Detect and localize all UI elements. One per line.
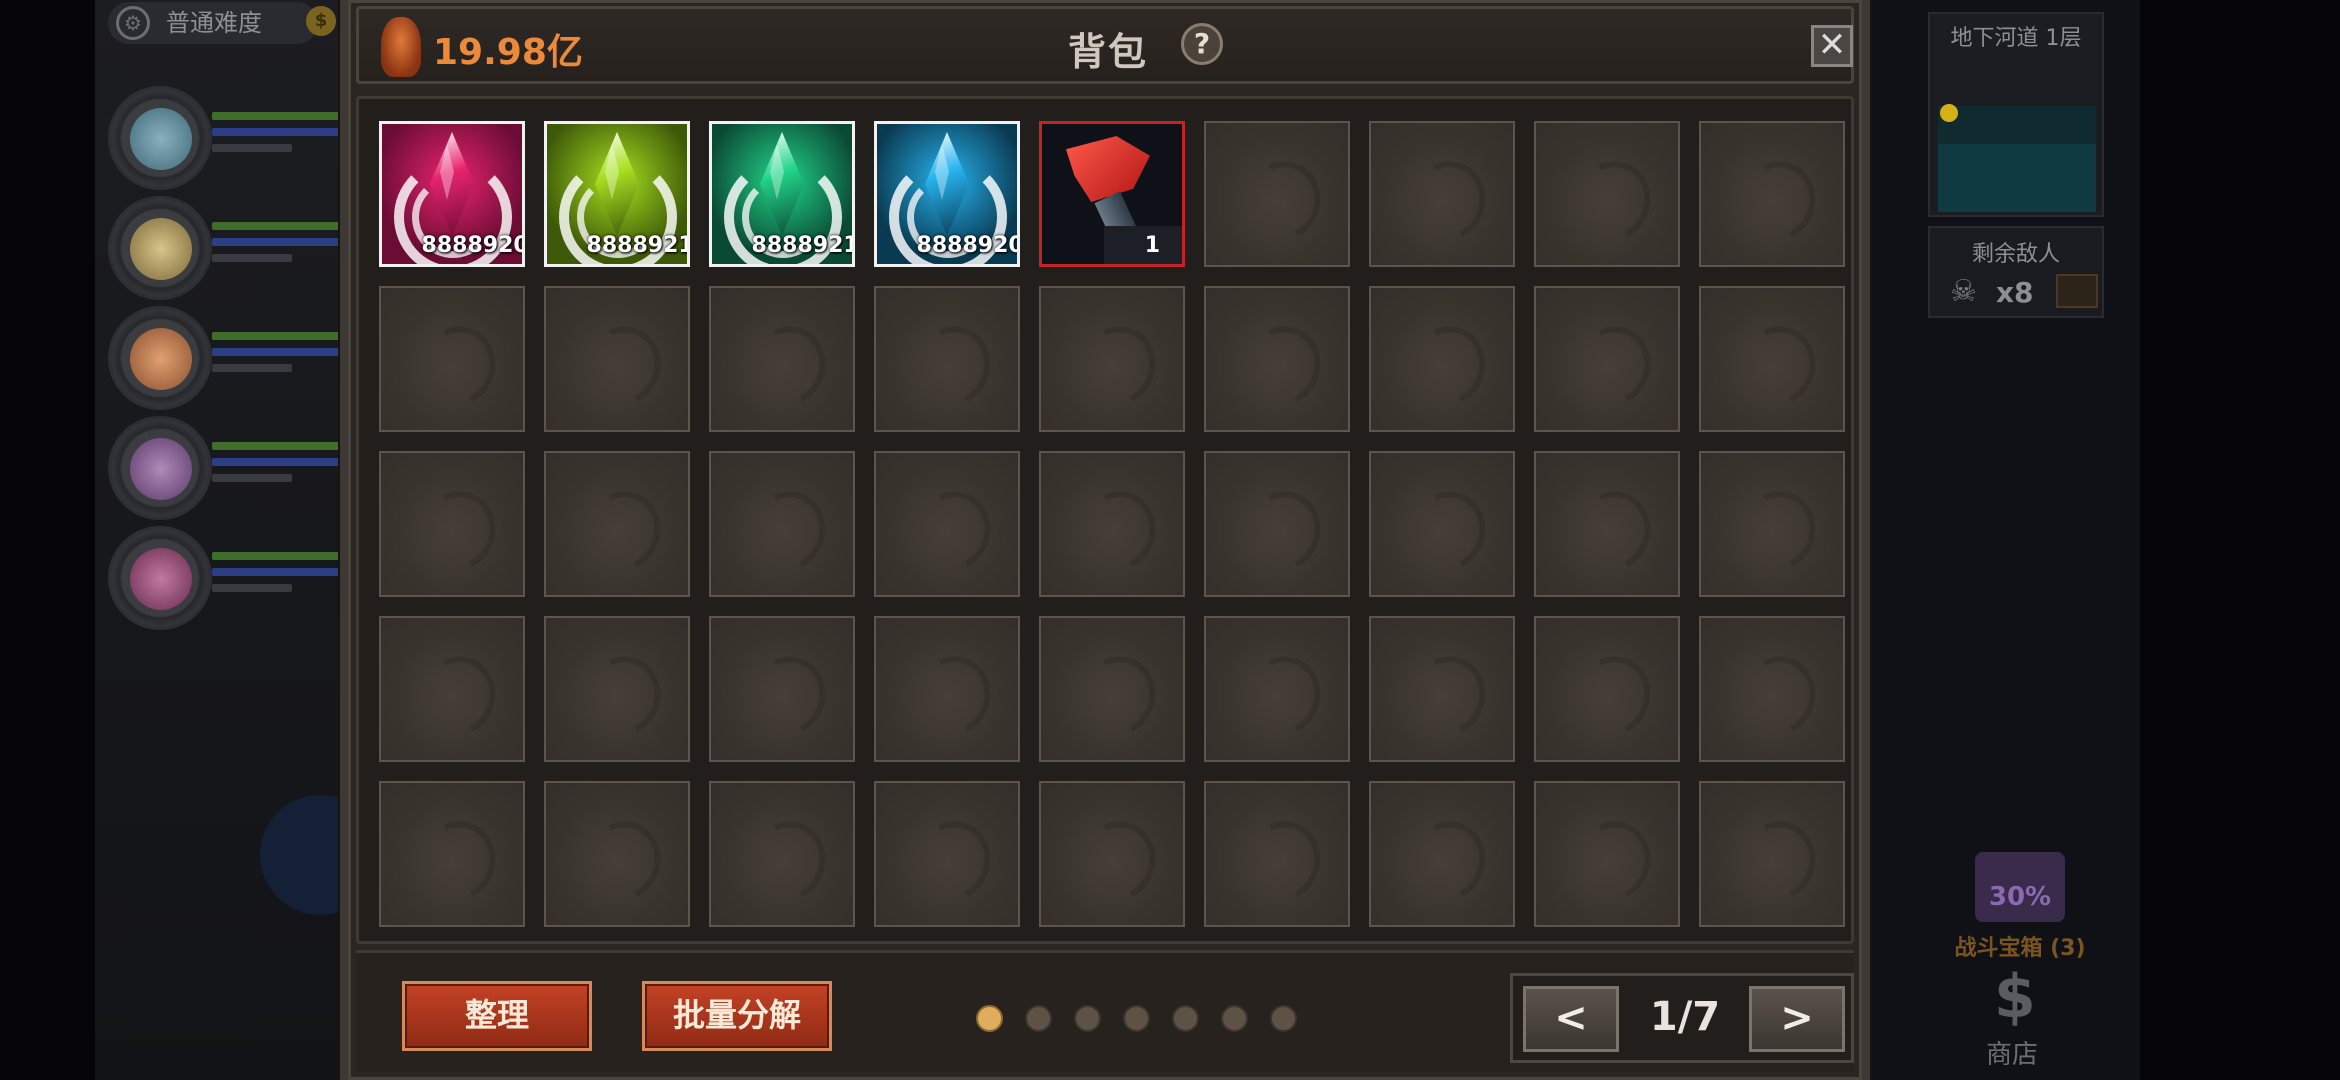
sort-button[interactable]: 整理	[402, 981, 592, 1051]
inventory-slot-empty[interactable]	[874, 616, 1020, 762]
inventory-slot-empty[interactable]	[379, 451, 525, 597]
inventory-slot-empty[interactable]	[709, 616, 855, 762]
item-quantity: 88889216	[586, 233, 687, 258]
inventory-slot-empty[interactable]	[1699, 451, 1845, 597]
inventory-slot-empty[interactable]	[1699, 616, 1845, 762]
difficulty-label: 普通难度	[166, 9, 262, 37]
inventory-slot-empty[interactable]	[379, 781, 525, 927]
page-dot[interactable]	[1123, 1005, 1150, 1032]
inventory-slot-gem[interactable]: 88889208	[379, 121, 525, 267]
item-quantity: 88889200	[916, 233, 1017, 258]
page-label: 1/7	[1649, 994, 1721, 1040]
enemies-count: x8	[1996, 276, 2034, 309]
hero-portrait	[108, 196, 452, 306]
item-quantity: 88889208	[421, 233, 522, 258]
page-dot[interactable]	[1172, 1005, 1199, 1032]
battle-chest-percent: 30%	[1988, 882, 2052, 912]
map-marker-icon	[1940, 104, 1958, 122]
page-indicator-dots	[976, 1005, 1297, 1032]
game-screen: ⚙ 普通难度 $ 地下河道 1层 剩余敌人 ☠ x8 30% 战斗宝箱 (3)	[0, 0, 2340, 1080]
inventory-slot-equipment[interactable]: 1	[1039, 121, 1185, 267]
inventory-slot-empty[interactable]	[1204, 781, 1350, 927]
inventory-slot-empty[interactable]	[379, 286, 525, 432]
remaining-enemies-panel: 剩余敌人 ☠ x8	[1928, 226, 2104, 318]
inventory-slot-empty[interactable]	[1369, 781, 1515, 927]
help-button[interactable]: ?	[1181, 23, 1223, 65]
item-quantity: 1	[1144, 233, 1160, 258]
inventory-slot-empty[interactable]	[1369, 121, 1515, 267]
shop-dollar-icon: $	[1994, 962, 2036, 1032]
backpack-panel: 19.98亿 背包 ? ✕ 88889208888892168888921688…	[340, 0, 1870, 1080]
battle-chest-label: 战斗宝箱 (3)	[1954, 936, 2086, 961]
page-dot[interactable]	[1221, 1005, 1248, 1032]
chest-icon	[2056, 274, 2098, 308]
inventory-slot-empty[interactable]	[1699, 781, 1845, 927]
inventory-slot-empty[interactable]	[1039, 286, 1185, 432]
inventory-slot-empty[interactable]	[709, 781, 855, 927]
inventory-slot-empty[interactable]	[379, 616, 525, 762]
inventory-slot-empty[interactable]	[544, 451, 690, 597]
previous-page-button[interactable]: <	[1523, 986, 1619, 1052]
difficulty-pill: ⚙ 普通难度	[108, 2, 318, 44]
shop-label: 商店	[1986, 1040, 2039, 1070]
inventory-slot-empty[interactable]	[874, 781, 1020, 927]
next-page-button[interactable]: >	[1749, 986, 1845, 1052]
inventory-slot-empty[interactable]	[1369, 616, 1515, 762]
close-button[interactable]: ✕	[1811, 25, 1853, 67]
inventory-slot-gem[interactable]: 88889216	[709, 121, 855, 267]
inventory-slot-empty[interactable]	[544, 781, 690, 927]
inventory-slot-empty[interactable]	[544, 616, 690, 762]
pager: < 1/7 >	[1510, 973, 1854, 1063]
item-quantity: 88889216	[751, 233, 852, 258]
inventory-slot-empty[interactable]	[1204, 451, 1350, 597]
backpack-title: 背包	[1067, 30, 1148, 74]
hero-portrait	[108, 526, 452, 636]
inventory-slot-empty[interactable]	[1699, 121, 1845, 267]
inventory-slot-empty[interactable]	[1534, 616, 1680, 762]
inventory-slot-empty[interactable]	[1204, 616, 1350, 762]
inventory-slot-empty[interactable]	[874, 451, 1020, 597]
inventory-slot-empty[interactable]	[709, 286, 855, 432]
enemies-title: 剩余敌人	[1971, 242, 2060, 267]
inventory-slot-empty[interactable]	[1039, 781, 1185, 927]
inventory-slot-empty[interactable]	[1204, 286, 1350, 432]
backpack-footer: 整理 批量分解 < 1/7 >	[356, 950, 1854, 1072]
page-dot[interactable]	[1270, 1005, 1297, 1032]
inventory-slot-empty[interactable]	[1534, 286, 1680, 432]
hero-portrait	[108, 86, 452, 196]
inventory-slot-empty[interactable]	[1039, 616, 1185, 762]
inventory-slot-empty[interactable]	[1534, 121, 1680, 267]
page-dot[interactable]	[976, 1005, 1003, 1032]
hero-portrait	[108, 416, 452, 526]
inventory-slot-empty[interactable]	[1369, 286, 1515, 432]
batch-decompose-button[interactable]: 批量分解	[642, 981, 832, 1051]
inventory-slot-empty[interactable]	[1039, 451, 1185, 597]
battle-chest: 30% 战斗宝箱 (3)	[1940, 852, 2100, 962]
minimap-title: 地下河道 1层	[1950, 26, 2082, 51]
inventory-slot-empty[interactable]	[544, 286, 690, 432]
gear-icon: ⚙	[116, 6, 150, 40]
inventory-grid: 88889208 88889216 88889216 88889200 1	[379, 121, 1845, 927]
inventory-slot-empty[interactable]	[709, 451, 855, 597]
hero-portrait	[108, 306, 452, 416]
inventory-slot-empty[interactable]	[874, 286, 1020, 432]
page-dot[interactable]	[1074, 1005, 1101, 1032]
coin-icon: $	[306, 6, 336, 36]
inventory-slot-gem[interactable]: 88889200	[874, 121, 1020, 267]
page-dot[interactable]	[1025, 1005, 1052, 1032]
inventory-slot-gem[interactable]: 88889216	[544, 121, 690, 267]
inventory-slot-empty[interactable]	[1699, 286, 1845, 432]
inventory-slot-empty[interactable]	[1534, 451, 1680, 597]
inventory-slot-empty[interactable]	[1534, 781, 1680, 927]
inventory-grid-frame: 88889208 88889216 88889216 88889200 1	[356, 96, 1854, 944]
minimap: 地下河道 1层	[1928, 12, 2104, 217]
skull-icon: ☠	[1950, 274, 1977, 309]
inventory-slot-empty[interactable]	[1204, 121, 1350, 267]
backpack-header: 19.98亿 背包 ? ✕	[356, 6, 1854, 84]
inventory-slot-empty[interactable]	[1369, 451, 1515, 597]
